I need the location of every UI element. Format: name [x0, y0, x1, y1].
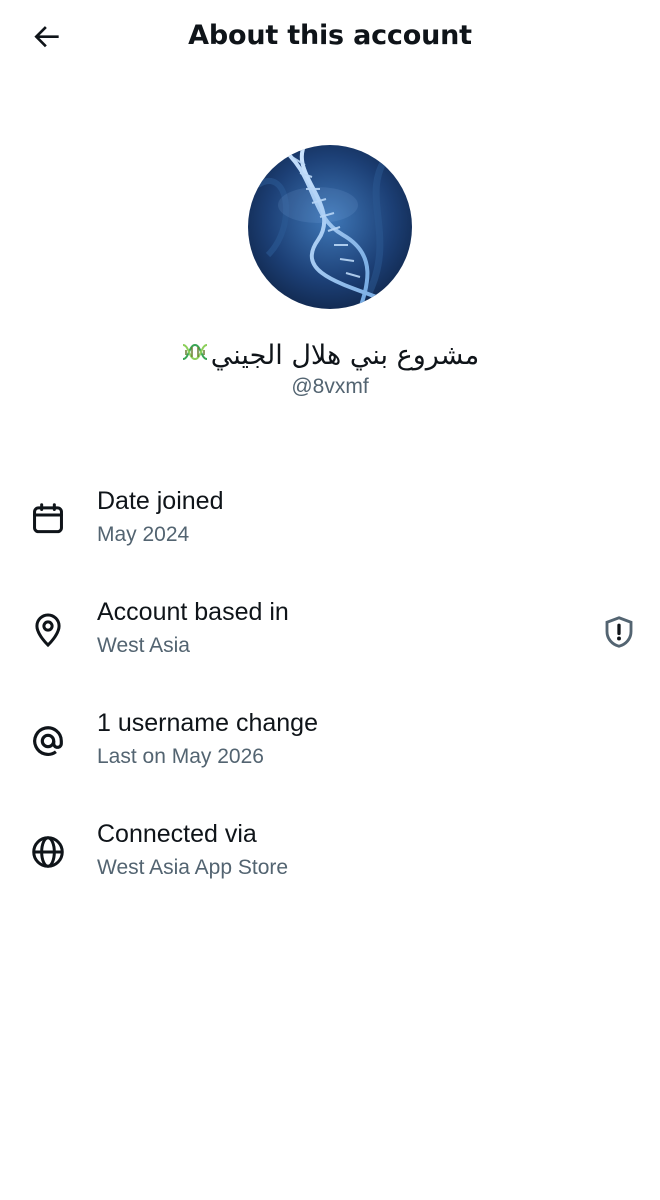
calendar-icon — [28, 499, 68, 539]
globe-icon — [28, 832, 68, 872]
row-label: 1 username change — [97, 709, 318, 737]
page-title: About this account — [188, 20, 472, 51]
row-value: Last on May 2026 — [97, 745, 264, 768]
row-username-change: 1 username change Last on May 2026 — [0, 707, 660, 787]
row-value: West Asia App Store — [97, 856, 289, 879]
shield-alert-icon[interactable] — [600, 613, 638, 651]
row-value: West Asia — [97, 634, 190, 657]
avatar[interactable] — [248, 145, 412, 309]
row-account-based-in: Account based in West Asia — [0, 596, 660, 676]
row-value: May 2024 — [97, 523, 190, 546]
row-connected-via: Connected via West Asia App Store — [0, 818, 660, 898]
display-name: مشروع بني هلال الجيني — [0, 338, 660, 375]
location-pin-icon — [28, 610, 68, 650]
row-label: Account based in — [97, 598, 289, 626]
username-handle: @8vxmf — [291, 375, 369, 398]
at-sign-icon — [28, 721, 68, 761]
row-date-joined: Date joined May 2024 — [0, 485, 660, 565]
top-bar: About this account — [0, 0, 660, 72]
row-label: Connected via — [97, 820, 257, 848]
dna-icon — [181, 337, 209, 373]
display-name-text: مشروع بني هلال الجيني — [210, 340, 480, 371]
row-label: Date joined — [97, 487, 224, 515]
